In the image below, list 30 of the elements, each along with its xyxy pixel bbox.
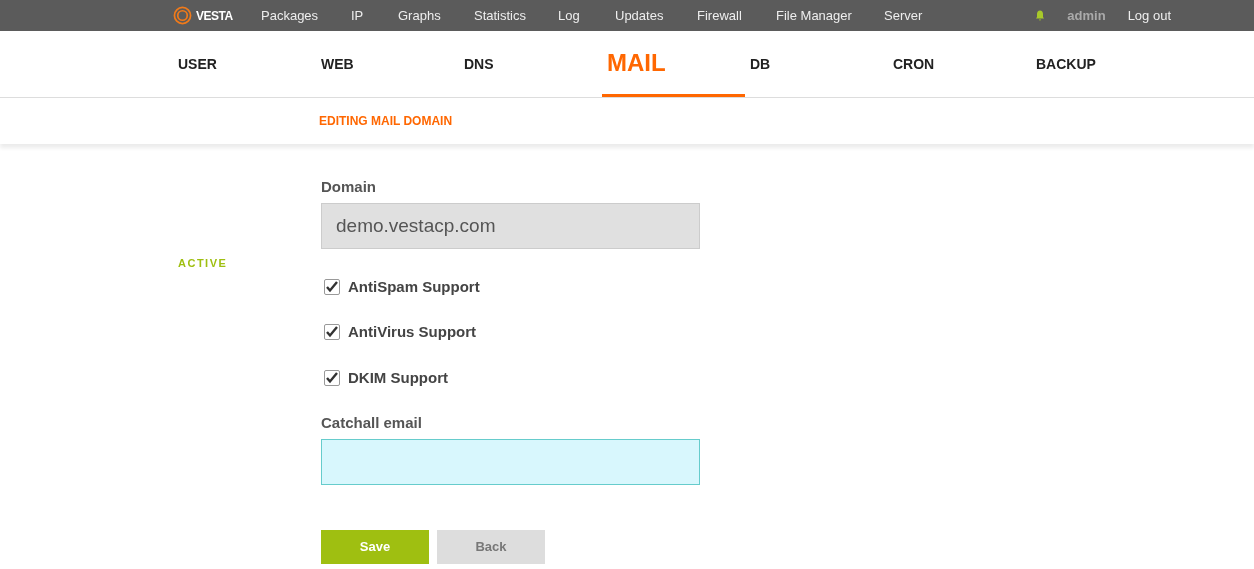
menu-link[interactable]: Packages — [261, 5, 351, 26]
logo-icon — [173, 6, 192, 25]
checkbox-label: AntiVirus Support — [348, 322, 477, 342]
menu-link[interactable]: Server — [884, 5, 944, 26]
menu-link[interactable]: Firewall — [697, 5, 776, 26]
nav-tab[interactable]: CRON — [893, 31, 1036, 97]
nav-tab[interactable]: USER — [178, 31, 321, 97]
menu-link[interactable]: Graphs — [398, 5, 474, 26]
menu-link[interactable]: Statistics — [474, 5, 558, 26]
logo-text: VESTA — [196, 7, 233, 25]
checkbox[interactable] — [324, 324, 340, 341]
breadcrumb: EDITING MAIL DOMAIN — [319, 113, 453, 130]
nav-tab[interactable]: BACKUP — [1036, 31, 1179, 97]
checkbox-label: DKIM Support — [348, 367, 448, 388]
menu-link[interactable]: IP — [351, 5, 398, 26]
checkbox-label: AntiSpam Support — [348, 276, 480, 297]
bell-icon[interactable] — [1035, 10, 1046, 21]
field-label: Domain — [321, 177, 377, 197]
logout-link[interactable]: Log out — [1127, 5, 1171, 26]
menu-link[interactable]: Updates — [615, 5, 697, 26]
menu-link[interactable]: Log — [558, 5, 615, 26]
nav-tab[interactable]: WEB — [321, 31, 464, 97]
nav-tab[interactable]: DB — [750, 31, 893, 97]
menu-link[interactable]: File Manager — [776, 5, 884, 26]
catchall-field[interactable] — [321, 438, 700, 485]
checkbox[interactable] — [324, 369, 340, 386]
back-button[interactable]: Back — [437, 529, 545, 564]
status-label: ACTIVE — [178, 257, 228, 269]
field-label: Catchall email — [321, 413, 423, 433]
checkbox[interactable] — [324, 278, 340, 295]
